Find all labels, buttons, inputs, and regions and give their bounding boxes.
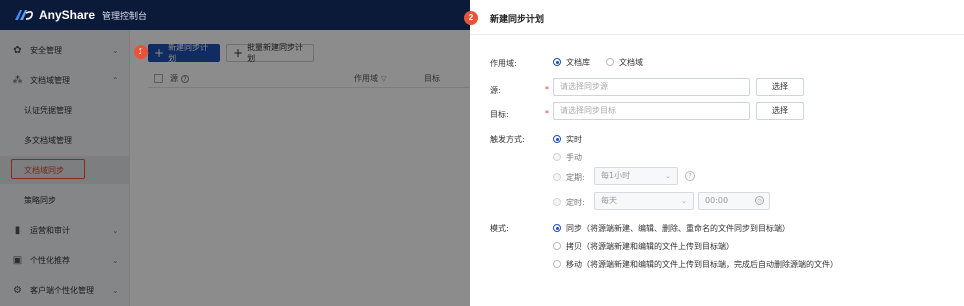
mode-option-label: 同步（将源端新建、编辑、删除、重命名的文件同步到目标端） — [566, 224, 790, 233]
time-picker[interactable]: 00:00 ◷ — [698, 192, 770, 210]
mode-option-label: 拷贝（将源端新建和编辑的文件上传到目标端） — [566, 242, 734, 251]
anyshare-logo-icon — [14, 9, 34, 21]
scope-radio-docdomain[interactable] — [606, 58, 614, 66]
source-input[interactable]: 请选择同步源 — [553, 78, 750, 96]
trigger-option-label: 手动 — [566, 153, 582, 162]
trigger-radio-manual[interactable] — [553, 153, 561, 161]
target-label: 目标: — [490, 110, 509, 119]
scope-radio-doclib[interactable] — [553, 58, 561, 66]
trigger-radio-timed[interactable] — [553, 198, 561, 206]
mode-label: 模式: — [490, 224, 509, 233]
required-mark: * — [545, 85, 549, 94]
trigger-option-label: 实时 — [566, 135, 582, 144]
time-value: 00:00 — [705, 196, 729, 205]
mode-radio-sync[interactable] — [553, 224, 561, 232]
mode-radio-copy[interactable] — [553, 242, 561, 250]
step-badge-2: 2 — [464, 11, 478, 25]
chevron-down-icon: ⌄ — [681, 197, 687, 205]
trigger-radio-periodic[interactable] — [553, 173, 561, 181]
help-icon[interactable]: ? — [685, 171, 695, 181]
chevron-down-icon: ⌄ — [665, 172, 671, 180]
select-value: 每1小时 — [601, 171, 631, 180]
step-badge-arrow — [141, 48, 149, 58]
divider — [470, 34, 964, 35]
trigger-label: 触发方式: — [490, 135, 525, 144]
source-label: 源: — [490, 86, 501, 95]
new-sync-plan-drawer: 2 新建同步计划 作用域: 文档库 文档域 源: * 请选择同步源 选择 目标:… — [464, 0, 964, 306]
app-name: AnyShare — [39, 8, 96, 22]
scope-option-label: 文档域 — [619, 58, 643, 67]
mode-option-label: 移动（将源端新建和编辑的文件上传到目标端，完成后自动删除源端的文件） — [566, 260, 838, 269]
target-input[interactable]: 请选择同步目标 — [553, 102, 750, 120]
source-select-button[interactable]: 选择 — [756, 78, 804, 96]
select-value: 每天 — [601, 196, 617, 205]
app-logo[interactable]: AnyShare — [14, 8, 95, 22]
console-title: 管理控制台 — [102, 12, 148, 22]
trigger-radio-realtime[interactable] — [553, 135, 561, 143]
timed-frequency-select[interactable]: 每天 ⌄ — [594, 192, 694, 210]
trigger-option-label: 定期: — [566, 173, 585, 182]
target-select-button[interactable]: 选择 — [756, 102, 804, 120]
clock-icon: ◷ — [755, 196, 764, 205]
drawer-title: 新建同步计划 — [490, 15, 545, 25]
mode-radio-move[interactable] — [553, 260, 561, 268]
required-mark: * — [545, 109, 549, 118]
trigger-option-label: 定时: — [566, 198, 585, 207]
scope-option-label: 文档库 — [566, 58, 590, 67]
scope-label: 作用域: — [490, 59, 517, 68]
periodic-interval-select[interactable]: 每1小时 ⌄ — [594, 167, 678, 185]
modal-overlay[interactable] — [0, 30, 470, 306]
